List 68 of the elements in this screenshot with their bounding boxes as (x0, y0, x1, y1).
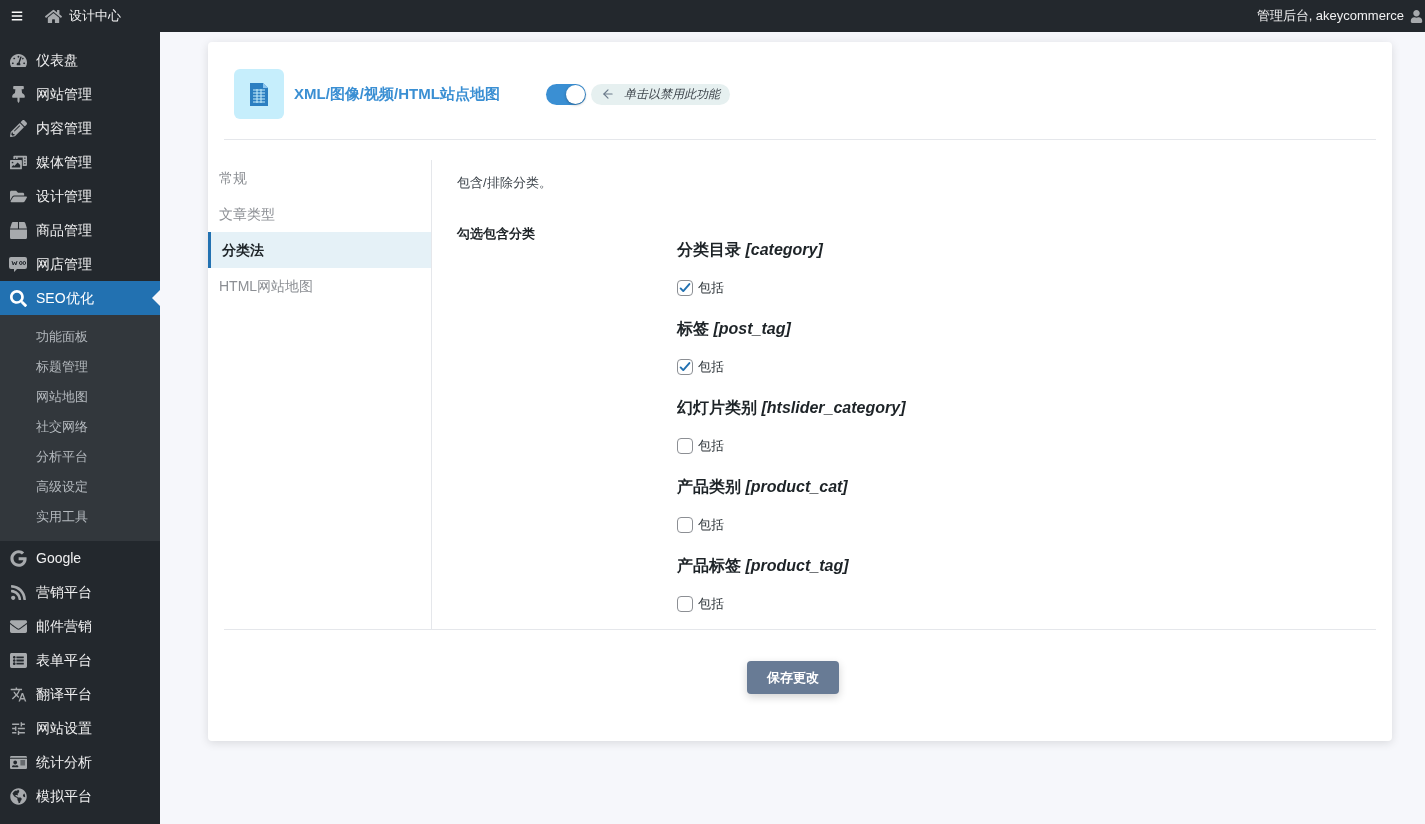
translate-icon (9, 685, 27, 703)
toggle-hint: 单击以禁用此功能 (590, 83, 730, 105)
toggle-switch[interactable] (545, 83, 586, 105)
checkbox-label: 包括 (698, 279, 724, 298)
sidebar-item[interactable]: 网站管理 (0, 77, 160, 111)
checkbox-label: 包括 (698, 437, 724, 456)
settings-tab[interactable]: 分类法 (208, 232, 431, 268)
media-icon (9, 153, 27, 171)
box-icon (9, 221, 27, 239)
id-card-icon (9, 753, 27, 771)
sidebar-item[interactable]: 网店管理 (0, 247, 160, 281)
sidebar-item[interactable]: 内容管理 (0, 111, 160, 145)
sidebar-item[interactable]: 商品管理 (0, 213, 160, 247)
checkbox-label: 包括 (698, 595, 724, 614)
submenu-item[interactable]: 实用工具 (0, 502, 160, 532)
envelope-icon (9, 617, 27, 635)
field-label: 勾选包含分类 (457, 225, 536, 243)
user-icon[interactable] (1410, 9, 1423, 23)
checkbox[interactable] (677, 596, 693, 612)
checkbox[interactable] (677, 517, 693, 533)
taxonomy-heading: 产品标签 [product_tag] (677, 556, 850, 576)
checkbox[interactable] (677, 359, 693, 375)
save-button[interactable]: 保存更改 (747, 661, 839, 694)
speech-bubble-icon (8, 254, 28, 274)
arrow-left-icon (600, 87, 615, 101)
pencil-icon (9, 119, 27, 137)
taxonomy-heading: 产品类别 [product_cat] (677, 477, 849, 497)
sidebar-item[interactable]: SEO优化 (0, 281, 160, 315)
sidebar-item[interactable]: 设计管理 (0, 179, 160, 213)
sidebar-item[interactable]: 仪表盘 (0, 43, 160, 77)
section-description: 包含/排除分类。 (457, 174, 553, 192)
sidebar-item[interactable]: 表单平台 (0, 643, 160, 677)
sidebar-item[interactable]: 模拟平台 (0, 779, 160, 813)
checkbox-label: 包括 (698, 516, 724, 535)
rss-icon (9, 583, 27, 601)
checkbox[interactable] (677, 280, 693, 296)
sidebar-item[interactable]: 翻译平台 (0, 677, 160, 711)
submenu-item[interactable]: 网站地图 (0, 382, 160, 412)
submenu-item[interactable]: 分析平台 (0, 442, 160, 472)
menu-icon[interactable] (11, 10, 23, 22)
sidebar-item[interactable]: 邮件营销 (0, 609, 160, 643)
module-title: XML/图像/视频/HTML站点地图 (294, 83, 500, 104)
taxonomy-heading: 幻灯片类别 [htslider_category] (677, 398, 906, 418)
pin-icon (9, 85, 27, 103)
g-logo-icon (9, 549, 27, 567)
sidebar-item[interactable]: 营销平台 (0, 575, 160, 609)
submenu-item[interactable]: 社交网络 (0, 412, 160, 442)
globe-icon (9, 787, 27, 805)
site-name-link[interactable]: 设计中心 (69, 6, 121, 26)
sidebar-item[interactable]: 网站设置 (0, 711, 160, 745)
sidebar-item[interactable]: Google (0, 541, 160, 575)
sidebar-item[interactable]: 媒体管理 (0, 145, 160, 179)
home-icon[interactable] (45, 7, 62, 25)
submenu-item[interactable]: 高级设定 (0, 472, 160, 502)
gauge-icon (9, 51, 27, 69)
checkbox[interactable] (677, 438, 693, 454)
search-icon (9, 289, 27, 307)
form-icon (9, 651, 27, 669)
submenu-item[interactable]: 功能面板 (0, 322, 160, 352)
account-text[interactable]: 管理后台, akeycommerce (1256, 6, 1404, 26)
submenu-item[interactable]: 标题管理 (0, 352, 160, 382)
sidebar-item[interactable]: 统计分析 (0, 745, 160, 779)
taxonomy-heading: 标签 [post_tag] (677, 319, 793, 339)
checkbox-label: 包括 (698, 358, 724, 377)
notch-icon (152, 290, 160, 306)
taxonomy-heading: 分类目录 [category] (677, 240, 825, 260)
document-icon (234, 69, 284, 119)
sliders-icon (9, 719, 27, 737)
